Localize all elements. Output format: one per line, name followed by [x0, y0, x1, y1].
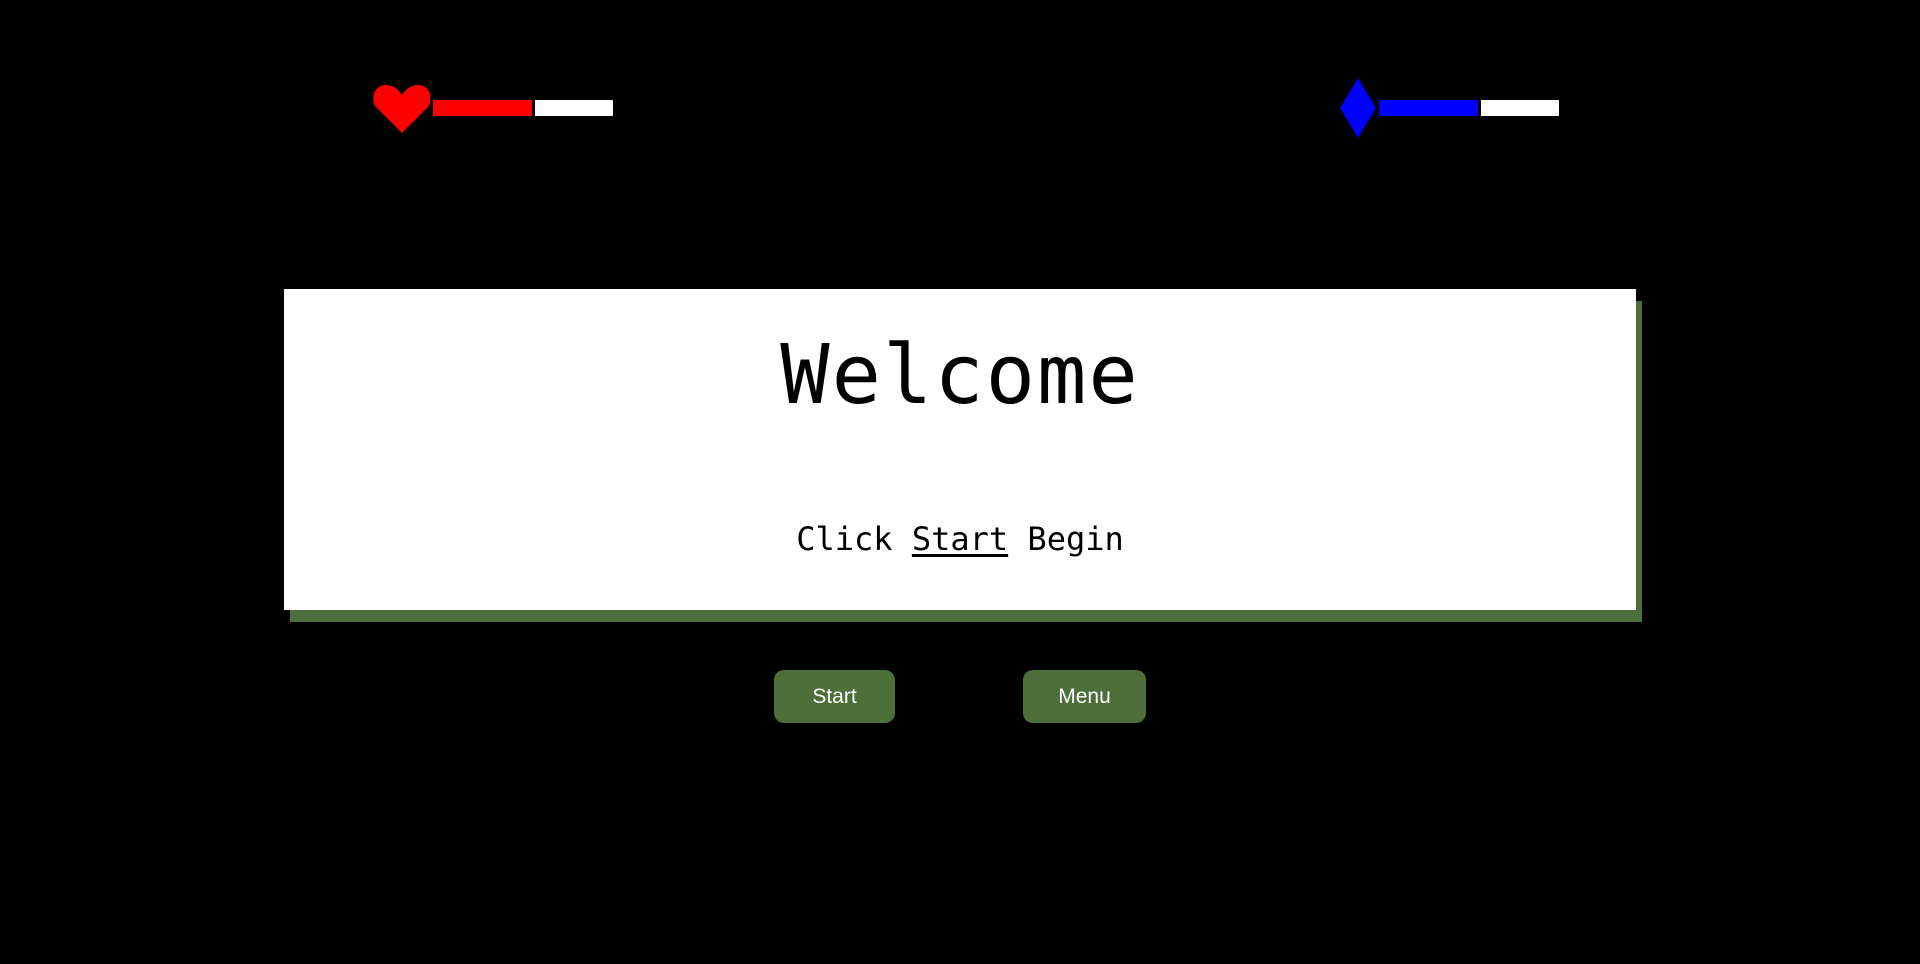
hint-start-link[interactable]: Start: [912, 520, 1008, 558]
dialog-title: Welcome: [780, 328, 1140, 423]
mana-hud: [1338, 78, 1562, 138]
health-meter-fill: [433, 100, 535, 116]
start-button[interactable]: Start: [774, 670, 895, 723]
welcome-dialog: Welcome Click Start Begin: [284, 289, 1636, 610]
mana-meter: [1376, 97, 1562, 119]
dialog-hint: Click Start Begin: [284, 523, 1636, 555]
health-hud: [372, 85, 616, 133]
diamond-icon: [1338, 78, 1378, 138]
hint-suffix: Begin: [1027, 520, 1124, 558]
game-screen: Welcome Click Start Begin Start Menu: [0, 0, 1920, 964]
heart-icon: [372, 81, 432, 135]
menu-button[interactable]: Menu: [1023, 670, 1146, 723]
mana-meter-fill: [1379, 100, 1481, 116]
hint-prefix: Click: [796, 520, 893, 558]
health-meter: [430, 97, 616, 119]
